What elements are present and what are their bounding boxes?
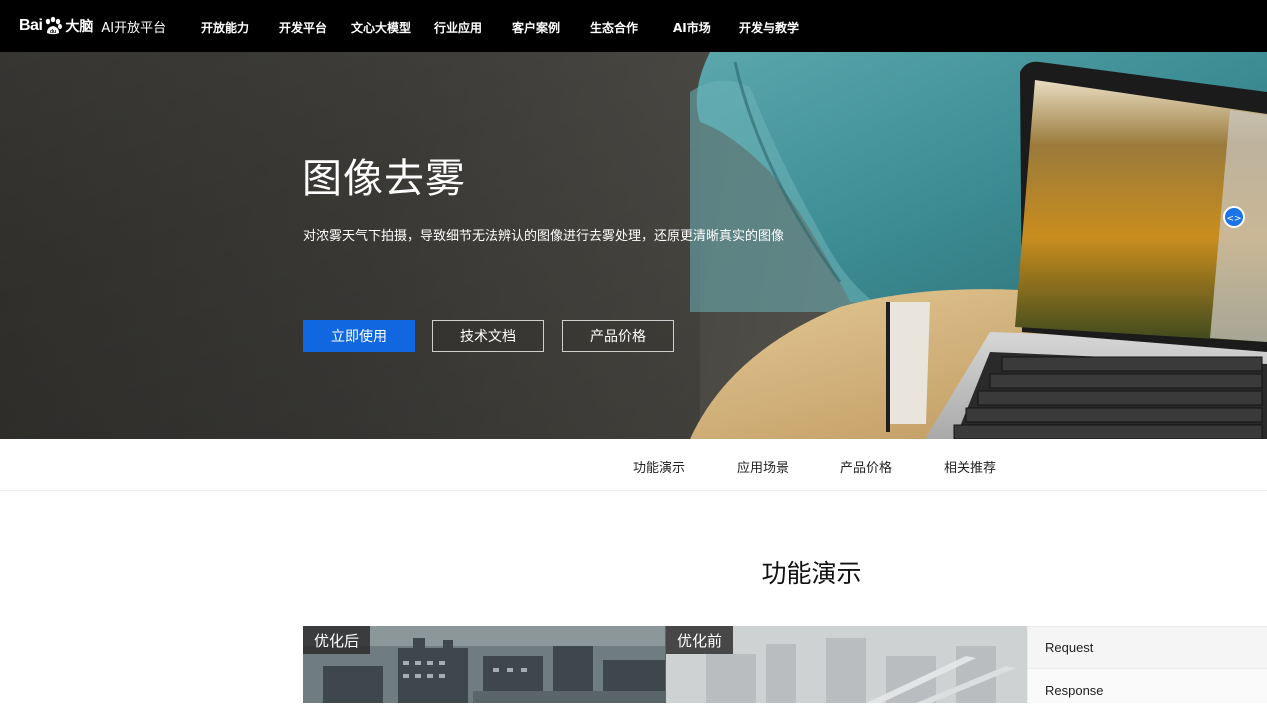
section-title-demo: 功能演示 [761,559,862,588]
tech-docs-button[interactable]: 技术文档 [432,320,544,352]
subnav-item-scenarios[interactable]: 应用场景 [737,457,789,476]
nav-item-dev-platform[interactable]: 开发平台 [279,19,327,36]
svg-text:du: du [50,29,56,35]
product-price-button[interactable]: 产品价格 [562,320,674,352]
nav-item-wenxin-model[interactable]: 文心大模型 [351,19,411,36]
baidu-ai-logo[interactable]: Bai du 大脑 AI开放平台 [19,12,166,40]
subnav-item-related[interactable]: 相关推荐 [944,457,996,476]
nav-item-customer-cases[interactable]: 客户案例 [512,19,560,36]
nav-item-ai-market[interactable]: AI市场 [673,19,711,36]
subnav-item-pricing[interactable]: 产品价格 [840,457,892,476]
before-label: 优化前 [666,626,734,654]
nav-item-ecosystem[interactable]: 生态合作 [590,19,638,36]
hero-title: 图像去雾 [302,156,466,202]
hero-illustration: <> [690,52,1267,439]
logo-dnao-text: 大脑 [65,19,94,35]
baidu-paw-icon: du [43,16,63,36]
nav-item-open-capabilities[interactable]: 开放能力 [201,19,249,36]
hero-subtitle: 对浓雾天气下拍摄，导致细节无法辨认的图像进行去雾处理，还原更清晰真实的图像 [303,229,785,244]
hero-background-shade [0,52,700,439]
demo-area: 优化后 优化前 Request Response [303,626,1267,703]
nav-item-industry-apps[interactable]: 行业应用 [434,19,482,36]
nav-item-dev-teaching[interactable]: 开发与教学 [739,19,799,36]
demo-image-after: 优化后 [303,626,665,703]
platform-name: AI开放平台 [101,20,167,36]
api-panel: Request Response [1027,626,1267,703]
section-subnav: 功能演示 应用场景 产品价格 相关推荐 [0,439,1267,491]
after-label: 优化后 [303,626,371,654]
demo-image-before: 优化前 [666,626,1027,703]
logo-bai-text: Bai [19,17,43,34]
subnav-item-demo[interactable]: 功能演示 [633,457,685,476]
top-navigation-bar: Bai du 大脑 AI开放平台 开放能力 开发平台 文心大模型 行业应用 客户… [0,0,1267,52]
response-tab[interactable]: Response [1028,669,1267,712]
svg-text:<>: <> [1226,214,1241,224]
hero-banner: <> 图像去雾 对浓雾天气下拍摄，导致细节无法辨认的图像进行去雾处理，还原更清晰… [0,52,1267,439]
request-tab[interactable]: Request [1028,626,1267,669]
use-now-button[interactable]: 立即使用 [303,320,415,352]
